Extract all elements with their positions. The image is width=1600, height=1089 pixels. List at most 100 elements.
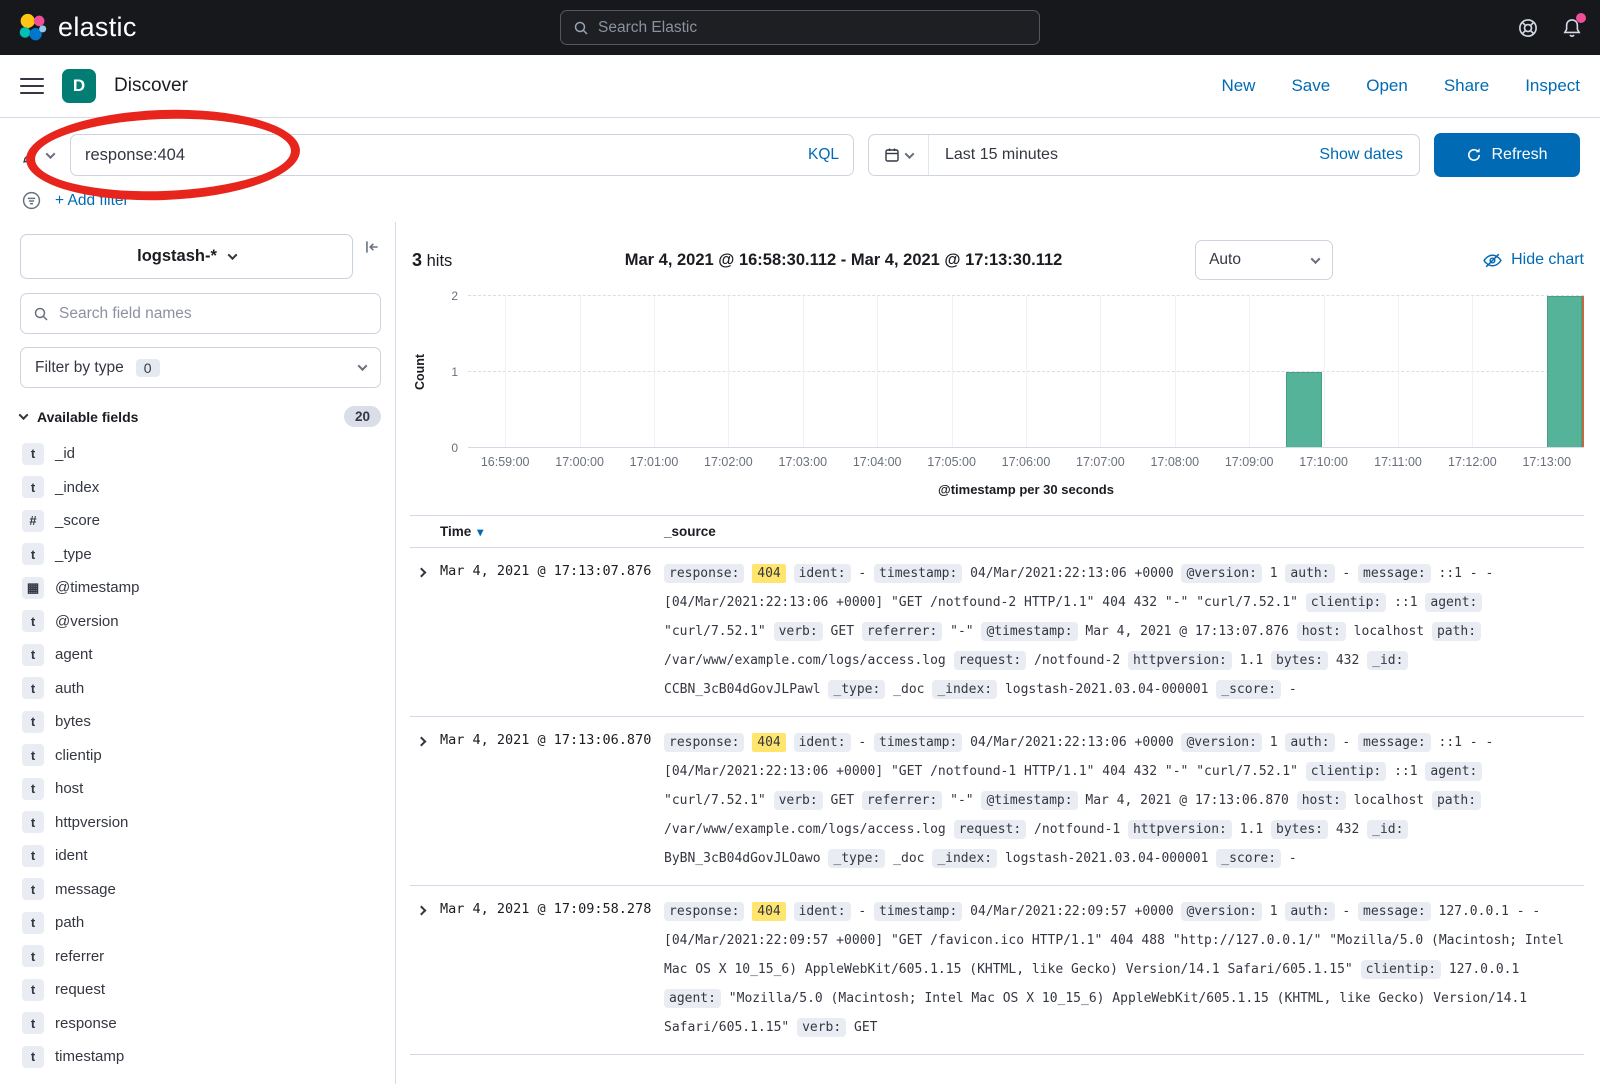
field-value: -	[1342, 735, 1350, 750]
row-time: Mar 4, 2021 @ 17:13:06.870	[440, 728, 664, 873]
elastic-home-link[interactable]: elastic	[18, 12, 137, 43]
field-value: ByBN_3cB04dGovJLOawo	[664, 851, 821, 866]
add-filter-button[interactable]: + Add filter	[55, 192, 129, 210]
field-key: request:	[954, 651, 1027, 670]
field-item[interactable]: ▦@timestamp	[20, 571, 381, 605]
field-item[interactable]: treferrer	[20, 940, 381, 974]
field-search-input[interactable]	[59, 305, 368, 323]
field-item[interactable]: #_score	[20, 504, 381, 538]
hide-chart-button[interactable]: Hide chart	[1483, 251, 1584, 269]
v-gridline	[1324, 296, 1325, 447]
filter-row: + Add filter	[0, 183, 1600, 222]
string-field-type-icon: t	[22, 744, 44, 766]
global-search-input[interactable]	[598, 19, 1027, 37]
index-pattern-select[interactable]: logstash-*	[20, 234, 353, 279]
field-name: @timestamp	[55, 579, 139, 596]
calendar-button[interactable]	[869, 135, 929, 175]
query-language-button[interactable]: KQL	[796, 146, 839, 164]
chart-x-axis: 16:59:0017:00:0017:01:0017:02:0017:03:00…	[468, 448, 1584, 472]
histogram-bar[interactable]	[1286, 372, 1321, 448]
eye-slash-icon	[1483, 252, 1502, 269]
field-item[interactable]: tbytes	[20, 705, 381, 739]
header-actions: New Save Open Share Inspect	[1221, 76, 1580, 96]
content: logstash-* Filter by type 0 A	[0, 222, 1600, 1084]
help-icon[interactable]	[1518, 18, 1538, 38]
refresh-button[interactable]: Refresh	[1434, 133, 1580, 177]
expand-row-button[interactable]	[410, 897, 440, 1042]
header-action-open[interactable]: Open	[1366, 76, 1408, 96]
field-item[interactable]: t_index	[20, 471, 381, 505]
field-item[interactable]: ttimestamp	[20, 1040, 381, 1074]
field-value: "-"	[950, 624, 973, 639]
filter-by-type-select[interactable]: Filter by type 0	[20, 347, 381, 388]
field-key: _score:	[1216, 680, 1281, 699]
field-item[interactable]: thttpversion	[20, 806, 381, 840]
histogram-chart: Count 012 16:59:0017:00:0017:01:0017:02:…	[410, 296, 1584, 497]
field-value: 404	[752, 564, 785, 583]
global-search[interactable]	[560, 10, 1040, 45]
field-item[interactable]: t_type	[20, 538, 381, 572]
hits-label: hits	[427, 252, 453, 270]
show-dates-button[interactable]: Show dates	[1319, 146, 1419, 164]
field-item[interactable]: tident	[20, 839, 381, 873]
time-column-header[interactable]: Time ▾	[440, 524, 664, 539]
saved-query-menu-button[interactable]	[20, 147, 56, 164]
chevron-right-icon	[417, 906, 427, 916]
header-action-new[interactable]: New	[1221, 76, 1255, 96]
y-tick-label: 1	[451, 365, 458, 379]
page-title: Discover	[114, 75, 188, 97]
global-filter-icon[interactable]	[22, 191, 41, 210]
filter-count-badge: 0	[136, 359, 160, 377]
field-item[interactable]: tmessage	[20, 873, 381, 907]
field-search[interactable]	[20, 293, 381, 334]
field-item[interactable]: tresponse	[20, 1007, 381, 1041]
field-item[interactable]: tagent	[20, 638, 381, 672]
field-value: /var/www/example.com/logs/access.log	[664, 822, 946, 837]
chevron-down-icon	[19, 410, 29, 420]
field-item[interactable]: tauth	[20, 672, 381, 706]
field-item[interactable]: t@version	[20, 605, 381, 639]
field-key: timestamp:	[874, 902, 962, 921]
alerts-bell-icon[interactable]	[1562, 18, 1582, 38]
field-item[interactable]: tpath	[20, 906, 381, 940]
field-key: _type:	[828, 849, 885, 868]
expand-row-button[interactable]	[410, 559, 440, 704]
expand-row-button[interactable]	[410, 728, 440, 873]
field-key: @timestamp:	[981, 622, 1077, 641]
query-input-box[interactable]: KQL	[70, 134, 854, 176]
field-key: @version:	[1181, 902, 1261, 921]
field-value: GET	[854, 1020, 877, 1035]
time-range-value[interactable]: Last 15 minutes	[929, 146, 1319, 164]
field-value: _doc	[893, 682, 924, 697]
header-action-inspect[interactable]: Inspect	[1525, 76, 1580, 96]
field-item[interactable]: t_id	[20, 437, 381, 471]
header-action-save[interactable]: Save	[1291, 76, 1330, 96]
string-field-type-icon: t	[22, 476, 44, 498]
refresh-icon	[1466, 147, 1482, 163]
app-badge: D	[62, 69, 96, 103]
chevron-down-icon	[905, 149, 915, 159]
interval-select[interactable]: Auto	[1195, 240, 1333, 280]
menu-button[interactable]	[20, 76, 44, 96]
x-tick-label: 17:01:00	[630, 455, 679, 469]
chevron-down-icon	[1311, 254, 1321, 264]
field-key: _id:	[1367, 820, 1408, 839]
field-key: request:	[954, 820, 1027, 839]
field-key: message:	[1358, 733, 1431, 752]
field-value: 1.1	[1240, 653, 1263, 668]
available-fields-header[interactable]: Available fields 20	[20, 406, 381, 427]
field-item[interactable]: tclientip	[20, 739, 381, 773]
header-action-share[interactable]: Share	[1444, 76, 1489, 96]
histogram-bar[interactable]	[1547, 296, 1582, 447]
field-key: referrer:	[862, 622, 942, 641]
field-item[interactable]: trequest	[20, 973, 381, 1007]
query-input[interactable]	[85, 146, 796, 165]
collapse-sidebar-icon[interactable]	[363, 238, 381, 256]
field-name: host	[55, 780, 83, 797]
field-key: response:	[664, 902, 744, 921]
field-value: /notfound-1	[1034, 822, 1120, 837]
field-value: GET	[831, 624, 854, 639]
string-field-type-icon: t	[22, 610, 44, 632]
chart-y-axis: Count 012	[410, 296, 468, 448]
field-item[interactable]: thost	[20, 772, 381, 806]
